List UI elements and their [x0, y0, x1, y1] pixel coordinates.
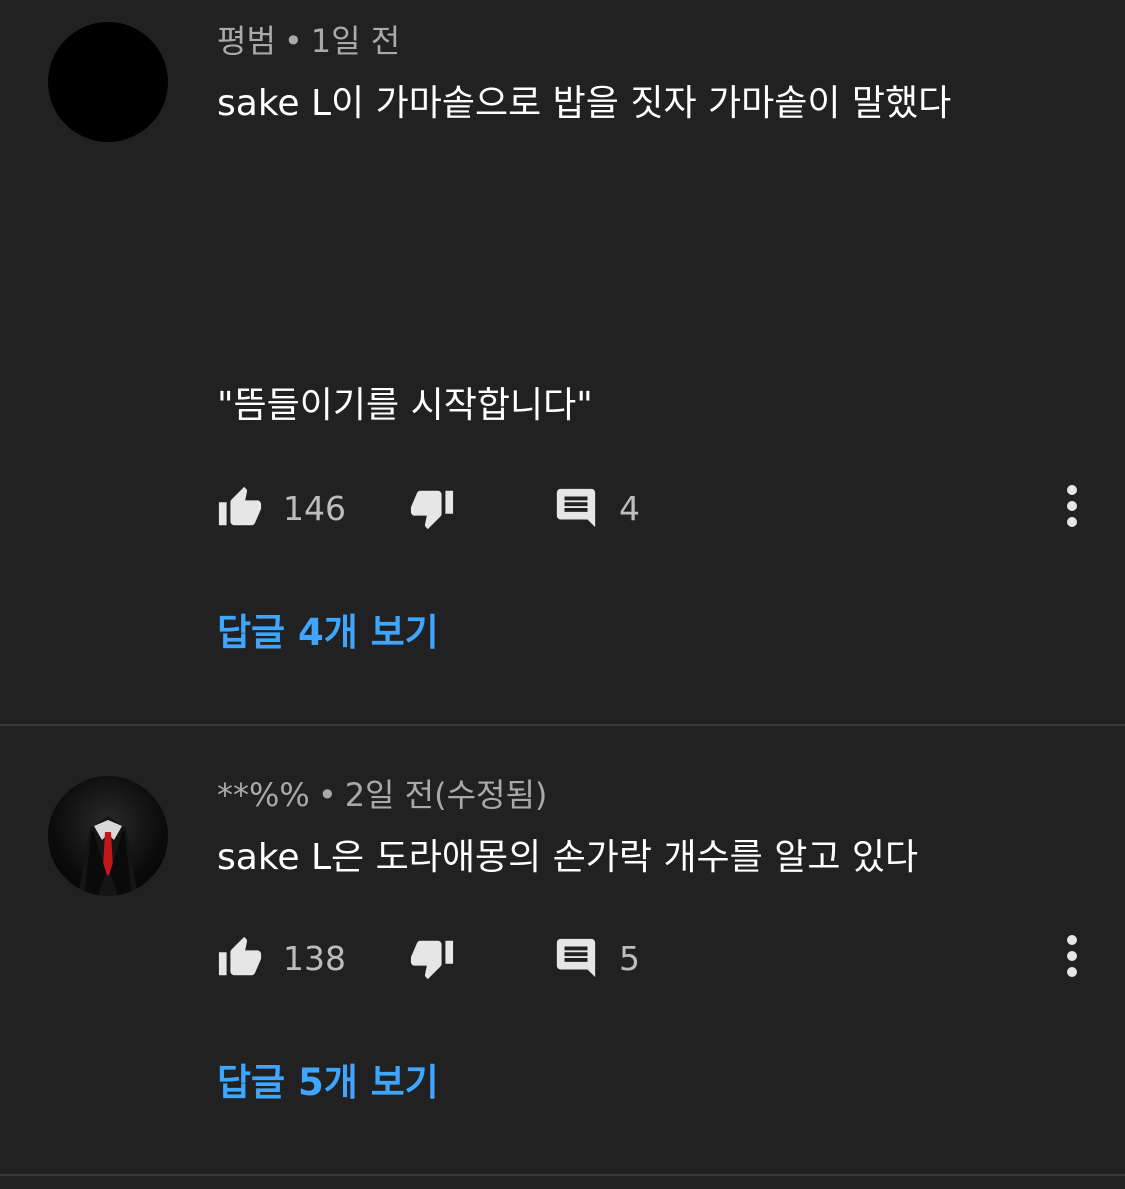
- avatar[interactable]: [48, 776, 168, 896]
- like-button[interactable]: 138: [217, 932, 346, 984]
- more-vert-icon: [1066, 934, 1078, 982]
- thumbs-down-icon: [409, 485, 455, 531]
- reply-button[interactable]: 4: [553, 482, 640, 534]
- divider: [0, 1174, 1125, 1176]
- suit-avatar-icon: [78, 816, 138, 896]
- comment-text: sake L이 가마솥으로 밥을 짓자 가마솥이 말했다: [217, 83, 952, 124]
- comment-time: 2일 전(수정됨): [344, 776, 548, 814]
- comment-icon: [553, 935, 599, 981]
- separator: •: [317, 776, 337, 814]
- comment-actions: 138 5: [217, 932, 1087, 984]
- dislike-button[interactable]: [409, 932, 455, 984]
- view-replies-link[interactable]: 답글 4개 보기: [217, 614, 439, 651]
- separator: •: [283, 22, 303, 60]
- dislike-button[interactable]: [409, 482, 455, 534]
- like-count: 138: [283, 938, 346, 978]
- reply-count: 5: [619, 938, 640, 978]
- comment-icon: [553, 485, 599, 531]
- comment-time: 1일 전: [310, 22, 401, 60]
- view-replies-link[interactable]: 답글 5개 보기: [217, 1064, 439, 1101]
- comment-thread: 평범 • 1일 전 sake L이 가마솥으로 밥을 짓자 가마솥이 말했다 "뜸들…: [0, 0, 1125, 724]
- comment-actions: 146 4: [217, 482, 1087, 534]
- thumbs-up-icon: [217, 935, 263, 981]
- comment-meta: **%% • 2일 전(수정됨): [217, 779, 547, 811]
- comment-text: "뜸들이기를 시작합니다": [217, 385, 593, 426]
- reply-count: 4: [619, 488, 640, 528]
- comment-meta: 평범 • 1일 전: [217, 25, 400, 57]
- more-options-button[interactable]: [1057, 482, 1087, 534]
- author-name[interactable]: **%%: [217, 776, 310, 814]
- like-count: 146: [283, 488, 346, 528]
- thumbs-up-icon: [217, 485, 263, 531]
- like-button[interactable]: 146: [217, 482, 346, 534]
- thumbs-down-icon: [409, 935, 455, 981]
- avatar[interactable]: [48, 22, 168, 142]
- author-name[interactable]: 평범: [217, 22, 276, 60]
- comment-thread: **%% • 2일 전(수정됨) sake L은 도라애몽의 손가락 개수를 알고 …: [0, 726, 1125, 1174]
- more-vert-icon: [1066, 484, 1078, 532]
- more-options-button[interactable]: [1057, 932, 1087, 984]
- reply-button[interactable]: 5: [553, 932, 640, 984]
- comment-text: sake L은 도라애몽의 손가락 개수를 알고 있다: [217, 837, 919, 878]
